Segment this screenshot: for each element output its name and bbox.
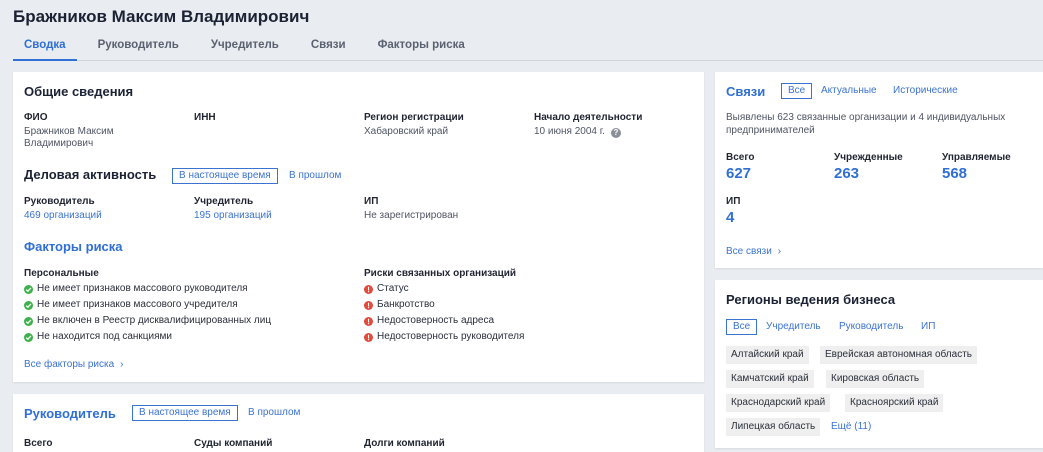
- region-tag[interactable]: Алтайский край: [726, 346, 809, 364]
- manager-card: Руководитель В настоящее время В прошлом…: [13, 394, 704, 452]
- links-managed-label: Управляемые: [942, 152, 1011, 163]
- regions-title: Регионы ведения бизнеса: [726, 292, 896, 307]
- related-risk-item: Недостоверность адреса: [377, 315, 495, 326]
- links-summary: Выявлены 623 связанные организации и 4 и…: [726, 112, 1006, 136]
- links-ip-value[interactable]: 4: [726, 209, 734, 226]
- business-title: Деловая активность: [24, 167, 157, 182]
- links-total-label: Всего: [726, 152, 755, 163]
- manager-courts-label: Суды компаний: [194, 438, 273, 449]
- regions-more-link[interactable]: Ещё (11): [831, 421, 871, 432]
- region-value: Хабаровский край: [364, 126, 449, 137]
- manager-total-label: Всего: [24, 438, 53, 449]
- risks-title[interactable]: Факторы риска: [24, 239, 123, 254]
- regions-filter-ip[interactable]: ИП: [921, 321, 935, 332]
- all-risks-label: Все факторы риска: [24, 359, 115, 370]
- general-title: Общие сведения: [24, 84, 134, 99]
- tab-links[interactable]: Связи: [311, 32, 346, 61]
- ip-value: Не зарегистрирован: [364, 210, 459, 221]
- links-founded-label: Учрежденные: [834, 152, 903, 163]
- tab-bar: Сводка Руководитель Учредитель Связи Фак…: [13, 32, 1043, 61]
- check-icon: [24, 285, 33, 294]
- related-risk-item: Статус: [377, 283, 409, 294]
- tab-manager[interactable]: Руководитель: [98, 32, 179, 61]
- start-value-row: 10 июня 2004 г.?: [534, 126, 621, 139]
- related-risk-item: Недостоверность руководителя: [377, 331, 525, 342]
- links-managed-value[interactable]: 568: [942, 165, 967, 182]
- manager-toggle-now[interactable]: В настоящее время: [132, 405, 238, 421]
- check-icon: [24, 301, 33, 310]
- regions-filter-manager[interactable]: Руководитель: [839, 321, 903, 332]
- tab-risk-factors[interactable]: Факторы риска: [378, 32, 465, 61]
- chevron-right-icon: ›: [120, 359, 124, 370]
- tab-summary[interactable]: Сводка: [13, 32, 77, 61]
- fio-value-line2: Владимирович: [24, 138, 94, 149]
- business-toggle-now[interactable]: В настоящее время: [172, 168, 278, 184]
- alert-icon: [364, 301, 373, 310]
- fio-value-line1: Бражников Максим: [24, 126, 114, 137]
- related-risk-item: Банкротство: [377, 299, 435, 310]
- region-tag[interactable]: Краснодарский край: [726, 394, 831, 412]
- tab-founder[interactable]: Учредитель: [211, 32, 279, 61]
- manager-card-title[interactable]: Руководитель: [24, 406, 116, 421]
- region-tag[interactable]: Кировская область: [826, 370, 925, 388]
- region-label: Регион регистрации: [364, 112, 464, 123]
- personal-risk-item: Не включен в Реестр дисквалифицированных…: [37, 315, 272, 326]
- business-toggle-past[interactable]: В прошлом: [289, 170, 341, 181]
- founder-label: Учредитель: [194, 196, 254, 207]
- ip-label: ИП: [364, 196, 379, 207]
- manager-label: Руководитель: [24, 196, 95, 207]
- regions-filter-founder[interactable]: Учредитель: [766, 321, 821, 332]
- personal-risk-item: Не имеет признаков массового учредителя: [37, 299, 238, 310]
- chevron-right-icon: ›: [777, 246, 782, 257]
- start-label: Начало деятельности: [534, 112, 643, 123]
- start-value: 10 июня 2004 г.: [534, 126, 605, 137]
- links-founded-value[interactable]: 263: [834, 165, 859, 182]
- links-filter-all[interactable]: Все: [781, 83, 813, 99]
- region-tag[interactable]: Еврейская автономная область: [820, 346, 977, 364]
- personal-risk-item: Не имеет признаков массового руководител…: [37, 283, 248, 294]
- page-title: Бражников Максим Владимирович: [13, 7, 310, 26]
- fio-label: ФИО: [24, 112, 48, 123]
- inn-label: ИНН: [194, 112, 216, 123]
- links-filter-actual[interactable]: Актуальные: [821, 85, 877, 96]
- regions-filter-all[interactable]: Все: [726, 319, 758, 335]
- links-ip-label: ИП: [726, 196, 741, 207]
- all-links-link[interactable]: Все связи ›: [726, 246, 781, 257]
- links-filter-historic[interactable]: Исторические: [893, 85, 958, 96]
- general-card: Общие сведения ФИО Бражников Максим Влад…: [13, 72, 704, 382]
- all-links-label: Все связи: [726, 246, 772, 257]
- founder-count-link[interactable]: 195 организаций: [194, 210, 272, 221]
- region-tag[interactable]: Камчатский край: [726, 370, 814, 388]
- personal-risks-label: Персональные: [24, 268, 99, 279]
- manager-count-link[interactable]: 469 организаций: [24, 210, 102, 221]
- links-title[interactable]: Связи: [726, 84, 765, 99]
- check-icon: [24, 333, 33, 342]
- alert-icon: [364, 317, 373, 326]
- manager-debts-label: Долги компаний: [364, 438, 445, 449]
- manager-toggle-past[interactable]: В прошлом: [248, 407, 300, 418]
- regions-card: Регионы ведения бизнеса Все Учредитель Р…: [715, 280, 1043, 448]
- links-card: Связи Все Актуальные Исторические Выявле…: [715, 72, 1043, 268]
- links-total-value[interactable]: 627: [726, 165, 751, 182]
- region-tag[interactable]: Липецкая область: [726, 418, 821, 436]
- related-risks-label: Риски связанных организаций: [364, 268, 517, 279]
- all-risks-link[interactable]: Все факторы риска ›: [24, 359, 124, 370]
- alert-icon: [364, 285, 373, 294]
- personal-risk-item: Не находится под санкциями: [37, 331, 172, 342]
- help-icon[interactable]: ?: [610, 128, 621, 138]
- alert-icon: [364, 333, 373, 342]
- region-tag[interactable]: Красноярский край: [845, 394, 944, 412]
- check-icon: [24, 317, 33, 326]
